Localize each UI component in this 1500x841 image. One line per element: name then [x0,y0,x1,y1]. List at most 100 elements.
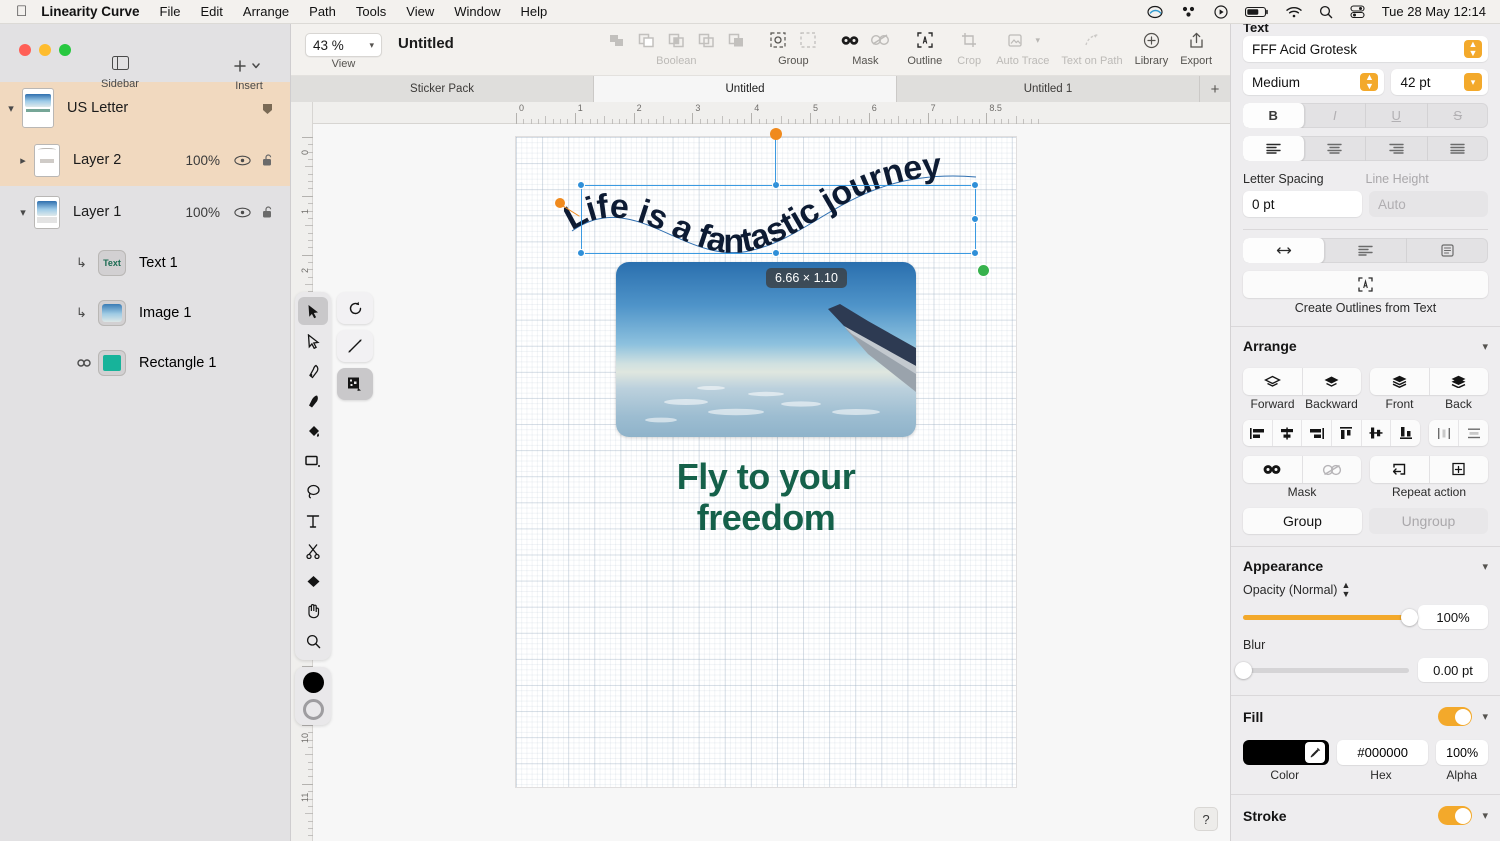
brush-tool[interactable] [298,387,328,415]
inspector-panel[interactable]: Text FFF Acid Grotesk ▲ ▼ Medium ▲ ▼ 42 pt… [1230,24,1500,841]
list-item-image-1[interactable]: ↳ Image 1 [0,288,290,338]
menu-item-arrange[interactable]: Arrange [243,4,289,19]
font-size-select[interactable]: 42 pt ▾ [1391,69,1488,95]
underline-button[interactable]: U [1366,103,1428,128]
zoom-level-select[interactable]: 43 % ▾ [305,33,382,57]
arrange-section-header[interactable]: Arrange ▾ [1231,327,1500,361]
object-name[interactable]: Rectangle 1 [139,355,290,371]
chevron-down-icon[interactable]: ▾ [1032,25,1044,55]
stepper-icon[interactable]: ▲ ▼ [1464,40,1482,58]
layer-list[interactable]: ▾ US Letter ▸ Layer 2 100% ▾ Layer 1 100… [0,76,290,841]
export-icon[interactable] [1181,25,1211,55]
wifi-icon[interactable] [1285,6,1302,18]
stepper-icon[interactable]: ▲ ▼ [1360,73,1379,91]
search-icon[interactable] [1319,5,1333,19]
boolean-subtract-icon[interactable] [631,25,661,55]
forward-backward-group[interactable] [1243,368,1361,395]
eraser-tool[interactable] [298,567,328,595]
handle-bottom-center[interactable] [772,249,780,257]
rotate-tool[interactable] [337,292,373,324]
layer-opacity[interactable]: 100% [185,205,220,220]
maximize-button[interactable] [59,44,71,56]
front-back-group[interactable] [1370,368,1488,395]
image-tool[interactable] [337,368,373,400]
blur-value-input[interactable]: 0.00 pt [1418,658,1488,682]
letter-spacing-input[interactable]: 0 pt [1243,191,1362,217]
apple-icon[interactable]:  [16,4,27,19]
boolean-intersect-icon[interactable] [661,25,691,55]
minimize-button[interactable] [39,44,51,56]
distribute-vertical-icon[interactable] [1459,420,1488,446]
mask-icon[interactable] [1243,456,1303,483]
object-name[interactable]: Image 1 [139,305,290,321]
list-item-rectangle-1[interactable]: Rectangle 1 [0,338,290,388]
align-bottom-edge-icon[interactable] [1391,420,1420,446]
chevron-down-icon[interactable]: ▾ [1482,560,1488,573]
image-object[interactable] [616,262,916,437]
align-center-button[interactable] [1305,136,1366,161]
close-button[interactable] [19,44,31,56]
italic-button[interactable]: I [1305,103,1366,128]
object-name[interactable]: Text 1 [139,255,290,271]
align-left-edge-icon[interactable] [1243,420,1273,446]
layer-name[interactable]: Layer 1 [73,204,185,220]
appearance-section-header[interactable]: Appearance ▾ [1231,547,1500,581]
opacity-row-label[interactable]: Opacity (Normal) ▲ ▼ [1243,581,1488,599]
menu-item-file[interactable]: File [160,4,181,19]
group-icon[interactable] [763,25,793,55]
group-ungroup-row[interactable]: Group Ungroup [1243,508,1488,534]
unmask-icon[interactable] [865,25,895,55]
align-right-button[interactable] [1366,136,1428,161]
unlock-icon[interactable] [262,153,276,167]
fill-section-header[interactable]: Fill ▾ [1231,696,1500,733]
repeat-icon[interactable] [1370,456,1430,483]
send-backward-icon[interactable] [1303,368,1362,395]
battery-icon[interactable] [1244,6,1269,18]
disclosure-triangle-icon[interactable]: ▾ [0,102,22,115]
eye-icon[interactable] [234,155,252,166]
crop-icon[interactable] [954,25,984,55]
chevron-down-icon[interactable]: ▾ [1482,809,1488,822]
font-weight-select[interactable]: Medium ▲ ▼ [1243,69,1385,95]
layer-opacity[interactable]: 100% [185,153,220,168]
zoom-tool[interactable] [298,627,328,655]
insert-button[interactable]: Insert [226,56,272,92]
menu-item-tools[interactable]: Tools [356,4,386,19]
library-icon[interactable] [1136,25,1166,55]
disclosure-triangle-icon[interactable]: ▾ [12,206,34,219]
layer-row-layer-1[interactable]: ▾ Layer 1 100% [0,186,290,238]
auto-trace-icon[interactable] [1002,25,1032,55]
fill-alpha-input[interactable]: 100% [1436,740,1488,765]
menu-item-view[interactable]: View [406,4,434,19]
boolean-difference-icon[interactable] [691,25,721,55]
opacity-slider[interactable] [1243,608,1418,626]
unmask-icon[interactable] [1303,456,1362,483]
fill-swatch[interactable] [302,672,324,693]
blend-mode-stepper-icon[interactable]: ▲ ▼ [1341,581,1350,599]
app-name-menu[interactable]: Linearity Curve [41,4,139,19]
create-outlines-button[interactable] [1243,271,1488,298]
strikethrough-button[interactable]: S [1428,103,1489,128]
layer-name[interactable]: Layer 2 [73,152,185,168]
menu-item-help[interactable]: Help [520,4,547,19]
order-buttons[interactable] [1243,368,1488,395]
distribute-buttons-group[interactable] [1429,420,1488,446]
select-tool[interactable] [298,297,328,325]
fill-tool[interactable] [298,417,328,445]
align-right-edge-icon[interactable] [1302,420,1333,446]
align-vertical-center-icon[interactable] [1362,420,1392,446]
align-distribute-row[interactable] [1243,420,1488,446]
dots-icon[interactable] [1181,6,1197,18]
align-top-edge-icon[interactable] [1332,420,1362,446]
handle-bottom-left[interactable] [577,249,585,257]
fill-hex-input[interactable]: #000000 [1337,740,1429,765]
stroke-section-header[interactable]: Stroke ▾ [1231,795,1500,825]
text-frame-button[interactable] [1407,238,1488,263]
text-vertical-button[interactable] [1325,238,1407,263]
hand-tool[interactable] [298,597,328,625]
align-buttons-group[interactable] [1243,420,1420,446]
canvas[interactable]: 012345678.5 01234567891011 Life is a fan… [291,102,1230,841]
unlock-icon[interactable] [262,205,276,219]
text-on-path-icon[interactable] [1077,25,1107,55]
repeat-group[interactable] [1370,456,1488,483]
